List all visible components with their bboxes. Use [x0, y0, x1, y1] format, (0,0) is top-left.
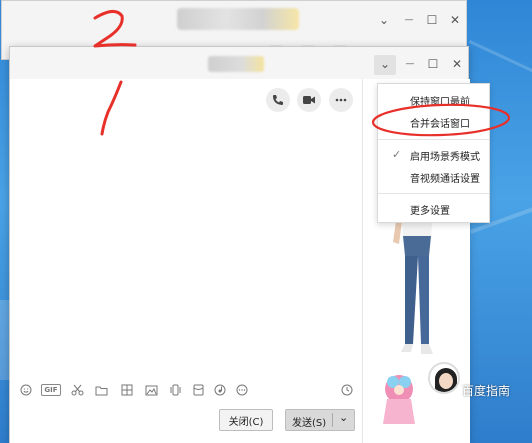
close-icon[interactable]: ✕	[448, 55, 466, 73]
image-collection-icon[interactable]	[119, 382, 135, 398]
menu-item-scene-show[interactable]: 启用场景秀模式	[410, 148, 480, 163]
chevron-down-icon[interactable]: ⌄	[376, 55, 394, 73]
blurred-title	[177, 8, 299, 30]
chat-area[interactable]: GIF 关闭(C) 发送(S) ⌄	[10, 79, 362, 443]
watermark-text: 百度指南	[462, 384, 511, 398]
send-button-label: 发送(S)	[292, 418, 327, 429]
red-packet-icon[interactable]	[190, 382, 206, 398]
blurred-title	[208, 56, 264, 72]
settings-menu: 保持窗口最前 合并会话窗口 ✓ 启用场景秀模式 音视频通话设置 更多设置	[377, 83, 490, 223]
clock-icon[interactable]	[339, 382, 355, 398]
menu-divider	[378, 193, 489, 194]
send-button[interactable]: 发送(S) ⌄	[285, 409, 355, 431]
menu-item-av-settings[interactable]: 音视频通话设置	[410, 170, 480, 185]
image-icon[interactable]	[143, 382, 159, 398]
desktop-ray	[468, 40, 532, 77]
chevron-down-icon[interactable]: ⌄	[339, 411, 348, 424]
watermark-avatar	[428, 362, 460, 394]
title-bar[interactable]: ⌄ — ☐ ✕	[10, 47, 468, 79]
chevron-down-icon[interactable]: ⌄	[375, 11, 393, 29]
music-icon[interactable]	[212, 382, 228, 398]
gif-icon[interactable]: GIF	[41, 384, 61, 396]
watermark: 百度指南	[428, 360, 532, 410]
scissors-icon[interactable]	[69, 382, 85, 398]
button-divider	[332, 413, 333, 427]
close-button[interactable]: 关闭(C)	[219, 409, 273, 431]
menu-divider	[378, 139, 489, 140]
check-icon: ✓	[392, 148, 402, 161]
more-icon[interactable]	[329, 88, 353, 112]
folder-icon[interactable]	[93, 382, 109, 398]
more-tools-icon[interactable]	[234, 382, 250, 398]
input-toolbar: GIF	[10, 382, 362, 404]
close-icon[interactable]: ✕	[446, 11, 464, 29]
menu-item-merge-windows[interactable]: 合并会话窗口	[410, 115, 470, 130]
shake-icon[interactable]	[167, 382, 183, 398]
minimize-icon[interactable]: —	[401, 55, 419, 73]
maximize-icon[interactable]: ☐	[423, 11, 441, 29]
video-camera-icon[interactable]	[297, 88, 321, 112]
minimize-icon[interactable]: —	[400, 11, 418, 29]
emoji-icon[interactable]	[18, 382, 34, 398]
phone-icon[interactable]	[266, 88, 290, 112]
maximize-icon[interactable]: ☐	[424, 55, 442, 73]
menu-item-more-settings[interactable]: 更多设置	[410, 202, 450, 217]
menu-item-keep-on-top[interactable]: 保持窗口最前	[410, 93, 470, 108]
